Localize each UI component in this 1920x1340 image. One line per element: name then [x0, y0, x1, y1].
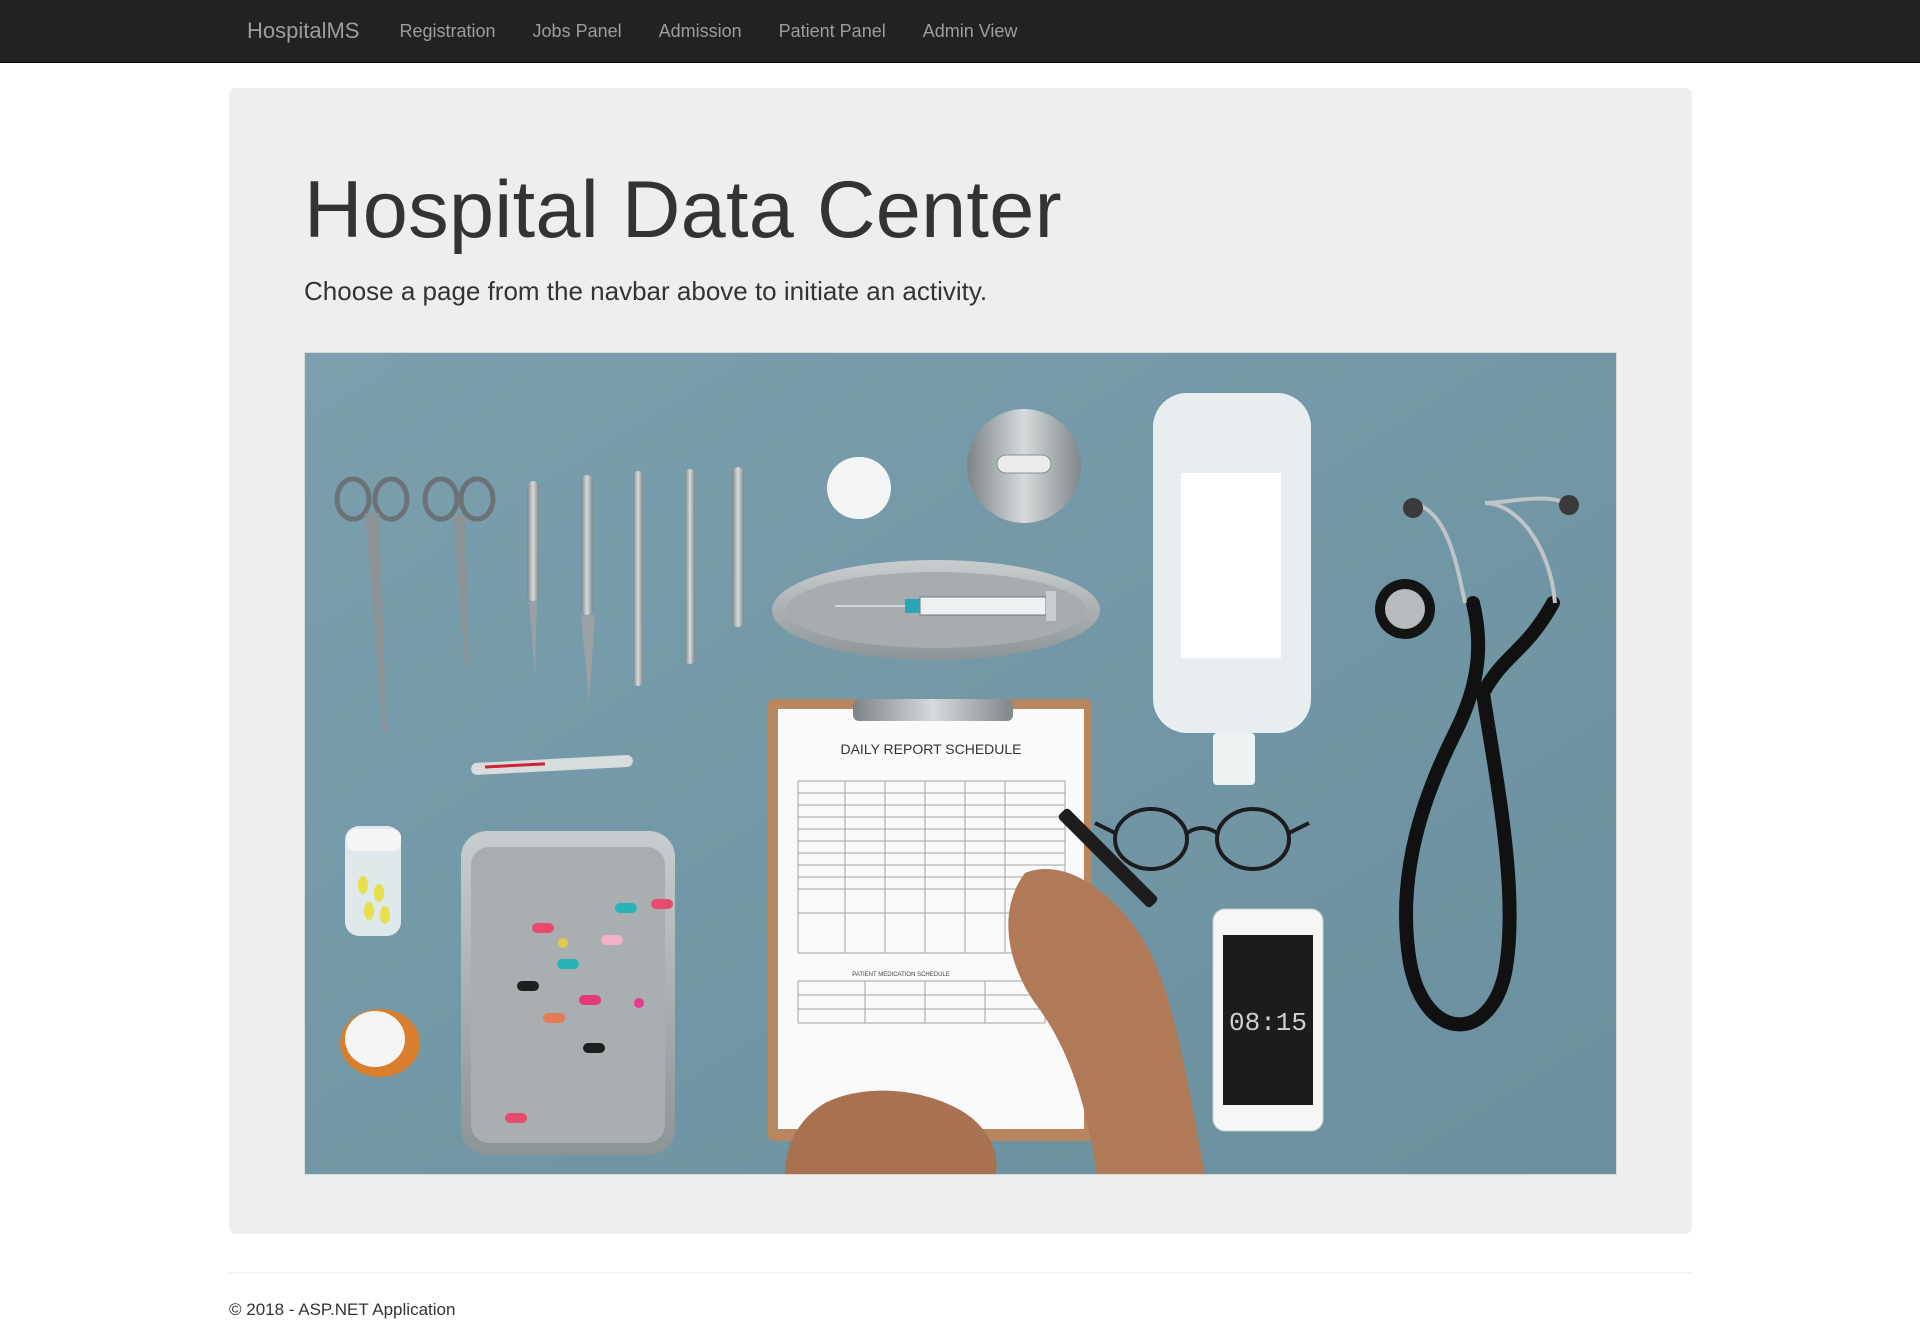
footer: © 2018 - ASP.NET Application — [229, 1300, 455, 1320]
phone-clock: 08:15 — [1229, 1008, 1307, 1038]
nav-item-registration: Registration — [381, 0, 514, 63]
footer-divider — [229, 1272, 1692, 1273]
nav-item-jobs-panel: Jobs Panel — [514, 0, 640, 63]
footer-text: © 2018 - ASP.NET Application — [229, 1300, 456, 1319]
clipboard-title: DAILY REPORT SCHEDULE — [840, 741, 1021, 757]
nav-link-patient-panel[interactable]: Patient Panel — [760, 0, 904, 62]
nav-item-admin-view: Admin View — [904, 0, 1036, 63]
nav-link-jobs-panel[interactable]: Jobs Panel — [514, 0, 640, 62]
nav-item-patient-panel: Patient Panel — [760, 0, 904, 63]
page-title: Hospital Data Center — [304, 165, 1062, 255]
lead-text: Choose a page from the navbar above to i… — [304, 276, 988, 306]
nav-link-admin-view[interactable]: Admin View — [904, 0, 1036, 62]
nav-menu: Registration Jobs Panel Admission Patien… — [381, 0, 1036, 63]
jumbotron: Hospital Data Center Choose a page from … — [229, 88, 1692, 1234]
nav-item-admission: Admission — [640, 0, 760, 63]
brand-link[interactable]: HospitalMS — [247, 0, 359, 63]
top-navbar: HospitalMS Registration Jobs Panel Admis… — [0, 0, 1920, 63]
medication-table-title: PATIENT MEDICATION SCHEDULE — [852, 972, 950, 978]
nav-link-registration[interactable]: Registration — [381, 0, 514, 62]
nav-link-admission[interactable]: Admission — [640, 0, 760, 62]
hero-image: DAILY REPORT SCHEDULE PATIENT MEDICATION… — [304, 352, 1617, 1175]
